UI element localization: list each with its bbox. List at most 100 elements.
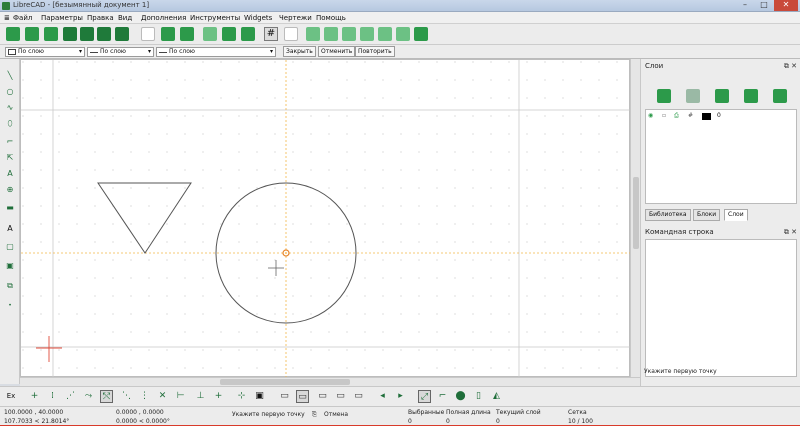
eye-icon[interactable]: ◉ [648, 112, 653, 119]
close-icon[interactable]: ✕ [774, 0, 798, 11]
layer-color-swatch[interactable] [702, 113, 711, 120]
redraw-icon[interactable] [414, 27, 428, 41]
modify-stretch-icon[interactable]: ◭ [490, 390, 503, 403]
info-tool-icon[interactable]: • [4, 301, 16, 311]
command-prompt[interactable]: Укажите первую точку [644, 368, 717, 375]
hatch-tool-icon[interactable]: ▢ [4, 242, 16, 252]
new-file-icon[interactable] [6, 27, 20, 41]
snap-exclusive-toggle[interactable]: Ex [4, 390, 18, 403]
scroll-thumb[interactable] [220, 379, 350, 385]
vertical-scrollbar[interactable] [630, 59, 640, 377]
line-tool-icon[interactable]: ╲ [4, 71, 16, 81]
save-icon[interactable] [63, 27, 77, 41]
save-as-icon[interactable] [80, 27, 94, 41]
view-tile-vertical-icon[interactable]: ▭ [334, 390, 347, 403]
restrict-orthogonal-icon[interactable]: + [212, 390, 225, 403]
drawing-svg[interactable] [21, 60, 631, 378]
modify-tool-icon[interactable]: ▬ [4, 203, 16, 213]
layer-list[interactable]: ◉ ▫ ⎙ # 0 [645, 109, 797, 204]
construction-icon[interactable]: # [688, 112, 693, 119]
draft-mode-icon[interactable] [284, 27, 298, 41]
snap-intersection-icon[interactable]: ✕ [156, 390, 169, 403]
menu-view[interactable]: Вид [118, 14, 132, 22]
pen-color-select[interactable]: По слою ▾ [5, 47, 85, 57]
restrict-vertical-icon[interactable]: ⊥ [194, 390, 207, 403]
relative-zero-icon[interactable]: ⊹ [235, 390, 248, 403]
restrict-horizontal-icon[interactable]: ⊢ [174, 390, 187, 403]
copy-icon[interactable] [180, 27, 194, 41]
block-create-icon[interactable]: ▸ [394, 390, 407, 403]
zoom-pan-icon[interactable] [360, 27, 374, 41]
snap-distance-icon[interactable]: ⋮ [138, 390, 151, 403]
menu-widgets[interactable]: Widgets [244, 14, 272, 22]
snap-middle-icon[interactable]: ⋱ [120, 390, 133, 403]
polyline-tool-icon[interactable]: ⌐ [4, 137, 16, 147]
menu-app-icon[interactable]: ≣ [4, 14, 10, 22]
select-tool-icon[interactable]: ⇱ [4, 153, 16, 163]
snap-on-entity-icon[interactable]: ⤳ [82, 390, 95, 403]
block-tool-icon[interactable]: ⧉ [4, 281, 16, 291]
snap-center-icon[interactable]: ⤲ [100, 390, 113, 403]
dock-float-icon[interactable]: ⧉ ✕ [784, 228, 797, 237]
zoom-auto-icon[interactable] [342, 27, 356, 41]
text-tool-icon[interactable]: A [4, 224, 16, 234]
circle-tool-icon[interactable]: ○ [4, 87, 16, 97]
menu-file[interactable]: Файл [13, 14, 32, 22]
edit-layer-icon[interactable] [773, 89, 787, 103]
zoom-previous-icon[interactable] [378, 27, 392, 41]
add-layer-icon[interactable] [715, 89, 729, 103]
scroll-thumb[interactable] [633, 177, 639, 249]
tab-blocks[interactable]: Блоки [693, 209, 721, 221]
grid-toggle-icon[interactable]: # [264, 27, 278, 41]
lock-relative-zero-icon[interactable]: ▣ [253, 390, 266, 403]
layer-row[interactable]: ◉ ▫ ⎙ # 0 [646, 112, 796, 121]
horizontal-scrollbar[interactable] [20, 377, 640, 386]
modify-scale-icon[interactable]: ⤢ [418, 390, 431, 403]
tab-layers[interactable]: Слои [724, 209, 748, 221]
curve-tool-icon[interactable]: ∿ [4, 103, 16, 113]
snap-free-icon[interactable]: + [28, 390, 41, 403]
drawing-canvas[interactable] [20, 59, 631, 378]
pen-type-select[interactable]: По слою ▾ [156, 47, 276, 57]
new-from-template-icon[interactable] [25, 27, 39, 41]
zoom-out-icon[interactable] [324, 27, 338, 41]
cut-icon[interactable] [161, 27, 175, 41]
undo-button[interactable]: Отменить [318, 46, 356, 57]
modify-mirror-icon[interactable]: ▯ [472, 390, 485, 403]
image-tool-icon[interactable]: ▣ [4, 261, 16, 271]
modify-move-icon[interactable]: ⬤ [454, 390, 467, 403]
ellipse-tool-icon[interactable]: ⬯ [4, 119, 16, 129]
view-cascade-icon[interactable]: ▭ [316, 390, 329, 403]
open-file-icon[interactable] [44, 27, 58, 41]
redo-button[interactable]: Повторить [355, 46, 395, 57]
menu-help[interactable]: Помощь [316, 14, 346, 22]
view-tiled-icon[interactable]: ▭ [296, 390, 309, 403]
lock-icon[interactable]: ▫ [662, 112, 666, 119]
menu-options[interactable]: Параметры [41, 14, 83, 22]
print-preview-icon[interactable] [115, 27, 129, 41]
print-icon[interactable] [97, 27, 111, 41]
minimize-icon[interactable]: – [736, 0, 754, 11]
layer-add-icon[interactable] [241, 27, 255, 41]
paste-icon[interactable] [203, 27, 217, 41]
block-insert-icon[interactable]: ◂ [376, 390, 389, 403]
maximize-icon[interactable]: □ [755, 0, 773, 11]
view-window-icon[interactable]: ▭ [278, 390, 291, 403]
dock-float-icon[interactable]: ⧉ ✕ [784, 62, 797, 71]
snap-grid-icon[interactable]: ⁞ [46, 390, 59, 403]
zoom-in-icon[interactable] [306, 27, 320, 41]
show-all-layers-icon[interactable] [657, 89, 671, 103]
block-icon[interactable] [222, 27, 236, 41]
tab-library[interactable]: Библиотека [645, 209, 691, 221]
print-layer-icon[interactable]: ⎙ [674, 112, 679, 120]
modify-trim-icon[interactable]: ⌐ [436, 390, 449, 403]
select-pointer-icon[interactable] [141, 27, 155, 41]
snap-tool-icon[interactable]: ⊕ [4, 185, 16, 195]
close-button[interactable]: Закрыть [283, 46, 316, 57]
remove-layer-icon[interactable] [744, 89, 758, 103]
dimension-tool-icon[interactable]: A [4, 169, 16, 179]
menu-tools[interactable]: Инструменты [190, 14, 240, 22]
snap-endpoint-icon[interactable]: ⋰ [64, 390, 77, 403]
menu-plugins[interactable]: Дополнения [141, 14, 186, 22]
hide-all-layers-icon[interactable] [686, 89, 700, 103]
